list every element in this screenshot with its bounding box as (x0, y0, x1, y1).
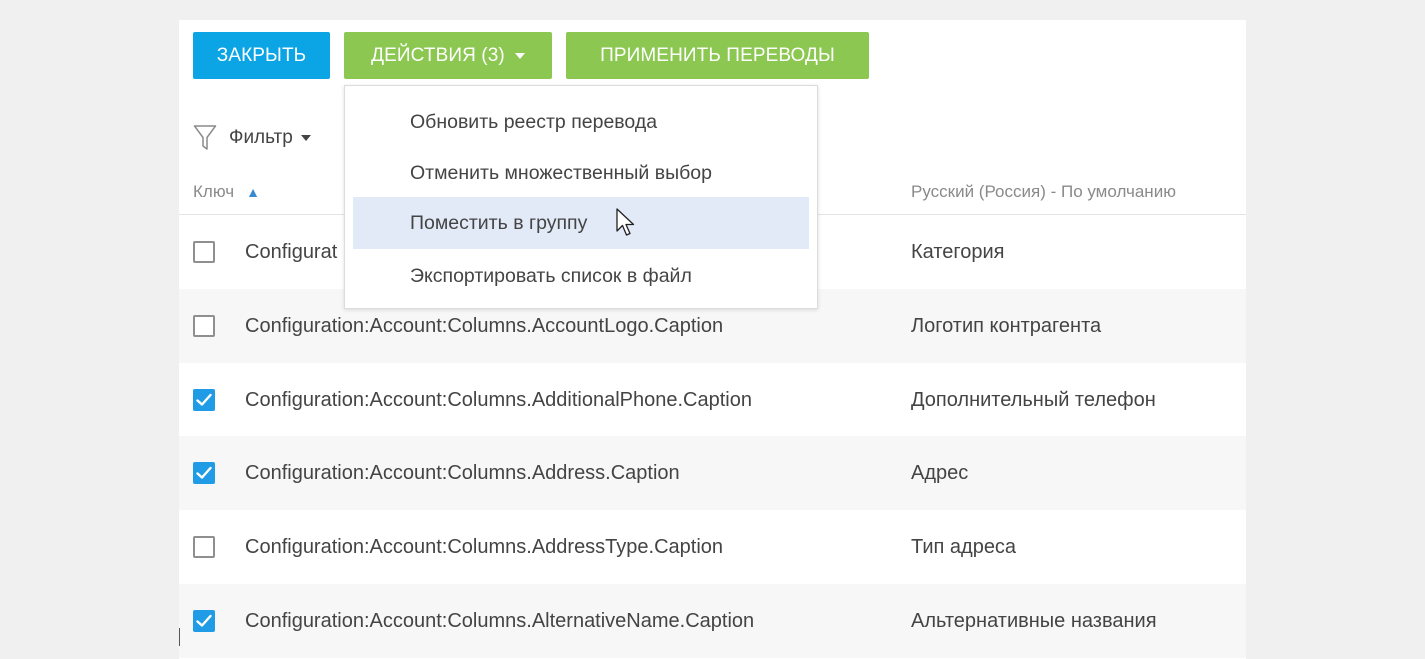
sort-ascending-icon: ▲ (246, 184, 260, 200)
row-translation-ru: Тип адреса (911, 535, 1017, 558)
table-row[interactable]: Configuration:Account:Columns.AddressTyp… (179, 510, 1246, 584)
actions-dropdown-menu: Обновить реестр перевода Отменить множес… (344, 85, 818, 309)
chevron-down-icon (300, 135, 311, 141)
actions-button-label: ДЕЙСТВИЯ (3) (371, 44, 505, 66)
row-checkbox[interactable] (193, 315, 215, 337)
row-checkbox[interactable] (193, 610, 215, 632)
menu-item-label: Обновить реестр перевода (410, 110, 658, 133)
filter-label: Фильтр (229, 127, 293, 148)
row-checkbox[interactable] (193, 241, 215, 263)
menu-item-export-to-file[interactable]: Экспортировать список в файл (353, 250, 809, 302)
row-key: Configuration:Account:Columns.Alternativ… (245, 609, 755, 632)
row-key: Configurat (245, 240, 338, 263)
funnel-icon (193, 125, 217, 150)
translations-panel: ЗАКРЫТЬ ДЕЙСТВИЯ (3) ПРИМЕНИТЬ ПЕРЕВОДЫ … (179, 20, 1246, 659)
column-header-key-label: Ключ (193, 182, 235, 201)
menu-item-label: Экспортировать список в файл (410, 264, 692, 287)
row-key: Configuration:Account:Columns.Additional… (245, 388, 752, 411)
row-translation-ru: Дополнительный телефон (911, 388, 1156, 411)
row-key: Configuration:Account:Columns.AccountLog… (245, 314, 724, 337)
close-button[interactable]: ЗАКРЫТЬ (193, 32, 330, 79)
row-key: Configuration:Account:Columns.AddressTyp… (245, 535, 724, 558)
mouse-pointer-icon (616, 208, 635, 236)
row-translation-ru: Адрес (911, 461, 969, 484)
row-checkbox[interactable] (193, 536, 215, 558)
row-checkbox[interactable] (193, 462, 215, 484)
row-key: Configuration:Account:Columns.Address.Ca… (245, 461, 680, 484)
menu-item-refresh-registry[interactable]: Обновить реестр перевода (353, 96, 809, 148)
column-header-ru[interactable]: Русский (Россия) - По умолчанию (911, 182, 1176, 202)
chevron-down-icon (514, 52, 525, 59)
column-header-key[interactable]: Ключ ▲ (193, 182, 260, 202)
row-translation-ru: Альтернативные названия (911, 609, 1157, 632)
filter-button[interactable]: Фильтр (193, 122, 311, 154)
checkmark-icon (196, 614, 212, 627)
menu-item-label: Поместить в группу (410, 211, 588, 234)
table-row[interactable]: Configuration:Account:Columns.Address.Ca… (179, 436, 1246, 510)
row-translation-ru: Логотип контрагента (911, 314, 1102, 337)
table-row[interactable]: Configuration:Account:Columns.Additional… (179, 363, 1246, 437)
apply-translations-button[interactable]: ПРИМЕНИТЬ ПЕРЕВОДЫ (566, 32, 869, 79)
menu-item-add-to-group[interactable]: Поместить в группу (353, 197, 809, 249)
row-translation-ru: Категория (911, 240, 1005, 263)
scroll-edge-mark (179, 628, 180, 646)
table-row[interactable]: Configuration:Account:Columns.Alternativ… (179, 584, 1246, 658)
menu-item-cancel-multiselect[interactable]: Отменить множественный выбор (353, 147, 809, 199)
row-checkbox[interactable] (193, 389, 215, 411)
checkmark-icon (196, 466, 212, 479)
checkmark-icon (196, 393, 212, 406)
actions-button[interactable]: ДЕЙСТВИЯ (3) (344, 32, 552, 79)
menu-item-label: Отменить множественный выбор (410, 161, 712, 184)
